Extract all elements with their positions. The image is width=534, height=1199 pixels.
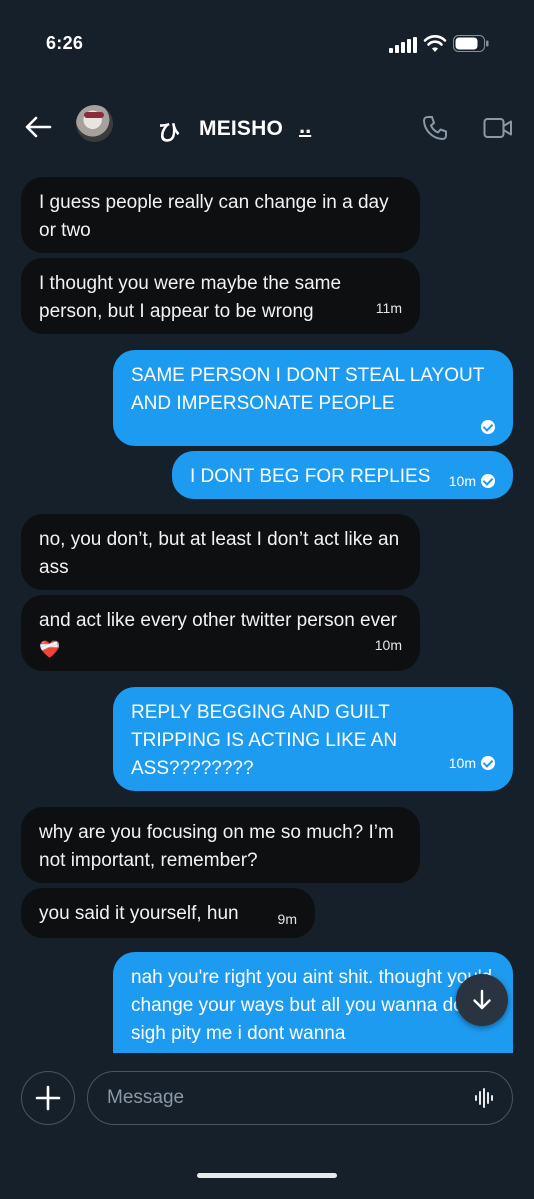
message-time: 10m — [448, 755, 476, 771]
message-list[interactable]: I guess people really can change in a da… — [0, 170, 534, 1053]
message-text: you said it yourself, hun — [39, 903, 239, 924]
message-text: I DONT BEG FOR REPLIES — [190, 466, 431, 487]
message-meta: 10m — [375, 631, 402, 659]
read-check-icon — [481, 756, 495, 770]
message-text: and act like every other twitter person … — [39, 610, 398, 631]
conversation-header: ひ MEISHO .. — [0, 95, 534, 165]
video-camera-icon[interactable] — [483, 117, 513, 139]
message-time: 11m — [375, 300, 402, 316]
message-text: REPLY BEGGING AND GUILT TRIPPING IS ACTI… — [131, 702, 398, 779]
message-outgoing[interactable]: SAME PERSON I DONT STEAL LAYOUT AND IMPE… — [113, 350, 513, 446]
signal-bars-icon — [389, 37, 417, 53]
message-composer — [0, 1068, 534, 1128]
status-time: 6:26 — [46, 33, 84, 53]
avatar[interactable] — [76, 105, 113, 142]
message-text: no, you don’t, but at least I don’t act … — [39, 529, 400, 578]
message-meta: 10m — [449, 467, 495, 495]
message-text: I guess people really can change in a da… — [39, 192, 389, 241]
message-incoming[interactable]: no, you don’t, but at least I don’t act … — [21, 514, 420, 590]
message-outgoing[interactable]: I DONT BEG FOR REPLIES 10m — [172, 451, 513, 499]
message-meta — [481, 420, 495, 434]
message-meta: 10m — [449, 749, 495, 777]
message-time: 10m — [374, 637, 402, 653]
message-text: why are you focusing on me so much? I’m … — [39, 822, 394, 871]
scroll-to-bottom-button[interactable] — [456, 974, 508, 1026]
message-incoming[interactable]: and act like every other twitter person … — [21, 595, 420, 671]
add-attachment-button[interactable] — [21, 1071, 75, 1125]
phone-icon[interactable] — [421, 114, 449, 142]
arrow-down-icon — [473, 989, 491, 1010]
mending-heart-emoji: ❤️‍🩹 — [39, 640, 61, 659]
message-outgoing[interactable]: nah you're right you aint shit. thought … — [113, 952, 513, 1053]
display-name[interactable]: MEISHO — [199, 117, 283, 141]
read-check-icon — [481, 420, 495, 434]
wifi-icon — [423, 35, 447, 52]
message-incoming[interactable]: I guess people really can change in a da… — [21, 177, 420, 253]
message-meta: 9m — [278, 905, 297, 933]
audio-waveform-icon[interactable] — [474, 1087, 496, 1109]
message-time: 9m — [277, 911, 297, 927]
message-incoming[interactable]: you said it yourself, hun 9m — [21, 888, 315, 938]
home-indicator[interactable] — [197, 1173, 337, 1178]
message-outgoing[interactable]: REPLY BEGGING AND GUILT TRIPPING IS ACTI… — [113, 687, 513, 791]
plus-icon — [35, 1085, 61, 1111]
message-time: 10m — [448, 473, 476, 489]
read-check-icon — [481, 474, 495, 488]
message-incoming[interactable]: I thought you were maybe the same person… — [21, 258, 420, 334]
message-text: I thought you were maybe the same person… — [39, 273, 342, 322]
message-meta: 11m — [376, 294, 402, 322]
status-bar: 6:26 — [0, 0, 534, 90]
message-input[interactable] — [87, 1071, 513, 1125]
battery-icon — [453, 35, 489, 52]
message-text: nah you're right you aint shit. thought … — [131, 967, 493, 1044]
arrow-left-icon[interactable] — [24, 115, 52, 139]
display-name-suffix[interactable]: .. — [299, 113, 311, 139]
message-text: SAME PERSON I DONT STEAL LAYOUT AND IMPE… — [131, 365, 484, 414]
message-incoming[interactable]: why are you focusing on me so much? I’m … — [21, 807, 420, 883]
display-name-glyph[interactable]: ひ — [158, 115, 180, 147]
